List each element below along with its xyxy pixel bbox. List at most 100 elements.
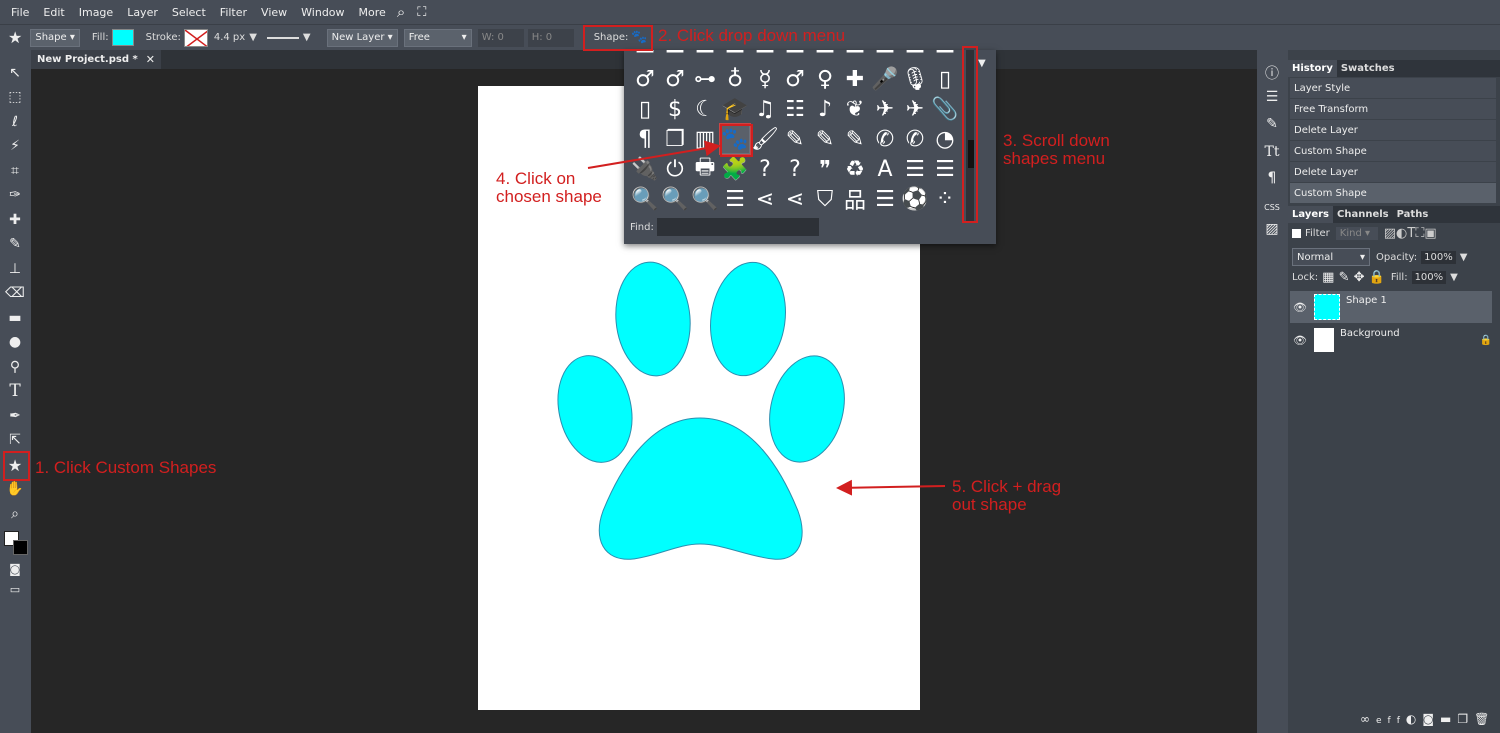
lock-options-icons[interactable]: ▦ ✎ ✥ 🔒: [1322, 270, 1385, 285]
shape-cell[interactable]: ✆: [870, 124, 900, 154]
menu-filter[interactable]: Filter: [213, 6, 254, 19]
blend-mode-select[interactable]: Normal ▾: [1292, 248, 1370, 266]
width-field[interactable]: W: 0: [477, 28, 524, 47]
menu-file[interactable]: File: [4, 6, 36, 19]
close-icon[interactable]: ✕: [146, 53, 155, 66]
shape-cell[interactable]: 🔌: [630, 154, 660, 184]
shape-cell[interactable]: ⊶: [690, 64, 720, 94]
shape-cell[interactable]: ❞: [810, 154, 840, 184]
menu-select[interactable]: Select: [165, 6, 213, 19]
tool-mode-select[interactable]: Shape ▾: [30, 28, 80, 47]
eyedropper-tool-icon[interactable]: ✑: [4, 184, 26, 206]
quick-mask-icon[interactable]: ◙: [4, 558, 26, 580]
shape-cell[interactable]: 🔍: [690, 184, 720, 214]
magic-wand-tool-icon[interactable]: ⚡: [4, 135, 26, 157]
css-icon[interactable]: CSS: [1261, 196, 1283, 218]
layer-fill-value[interactable]: 100%: [1411, 271, 1447, 284]
shape-cell[interactable]: ♻: [840, 154, 870, 184]
stroke-swatch[interactable]: [183, 28, 208, 47]
filter-type-icons[interactable]: ▨◐T⛶▣: [1384, 226, 1437, 241]
shape-cell[interactable]: ⏻: [660, 154, 690, 184]
shape-cell[interactable]: 🎓: [720, 94, 750, 124]
shape-cell[interactable]: ❦: [840, 94, 870, 124]
shape-cell[interactable]: ☰: [720, 184, 750, 214]
chevron-down-icon[interactable]: ▼: [1450, 272, 1458, 283]
move-tool-icon[interactable]: ↖: [4, 62, 26, 84]
eraser-tool-icon[interactable]: ⌫: [4, 282, 26, 304]
shape-cell[interactable]: ♫: [750, 94, 780, 124]
crop-tool-icon[interactable]: ⌗: [4, 160, 26, 182]
shape-cell[interactable]: ▬: [690, 50, 720, 62]
constraint-select[interactable]: Free ▾: [403, 28, 472, 47]
effects-icon[interactable]: eff: [1376, 716, 1406, 726]
marquee-tool-icon[interactable]: ⬚: [4, 86, 26, 108]
shape-cell[interactable]: ?: [780, 154, 810, 184]
tab-layers[interactable]: Layers: [1288, 206, 1333, 223]
shape-cell[interactable]: ✎: [810, 124, 840, 154]
stroke-width[interactable]: 4.4 px: [214, 32, 245, 43]
fill-swatch[interactable]: [111, 29, 134, 46]
shape-cell[interactable]: ❐: [660, 124, 690, 154]
history-item[interactable]: Delete Layer: [1290, 162, 1496, 182]
shape-cell[interactable]: ▬: [840, 50, 870, 62]
background-color-swatch[interactable]: [13, 540, 28, 555]
shape-cell[interactable]: ▯: [930, 64, 960, 94]
menu-window[interactable]: Window: [294, 6, 351, 19]
history-item[interactable]: Custom Shape: [1290, 141, 1496, 161]
screen-mode-icon[interactable]: ▭: [4, 578, 26, 600]
paragraph-icon[interactable]: ¶: [1261, 167, 1283, 189]
shape-cell[interactable]: ☿: [750, 64, 780, 94]
shape-cell[interactable]: ◔: [930, 124, 960, 154]
shape-cell[interactable]: ♂: [630, 64, 660, 94]
stamp-tool-icon[interactable]: ⊥: [4, 258, 26, 280]
shape-cell[interactable]: ☰: [870, 184, 900, 214]
info-icon[interactable]: ⓘ: [1261, 62, 1283, 84]
healing-tool-icon[interactable]: ✚: [4, 209, 26, 231]
search-icon[interactable]: ⌕: [397, 3, 405, 21]
image-icon[interactable]: ▨: [1261, 218, 1283, 240]
new-layer-icon[interactable]: ❐: [1457, 712, 1474, 726]
shape-cell[interactable]: ▯: [630, 94, 660, 124]
layer-row[interactable]: 👁 Shape 1: [1290, 291, 1492, 323]
stroke-style-select[interactable]: [266, 36, 299, 39]
shape-cell[interactable]: ☷: [780, 94, 810, 124]
shape-cell[interactable]: ▬: [930, 50, 960, 62]
shape-cell[interactable]: ⛉: [810, 184, 840, 214]
adjustment-icon[interactable]: ◙: [1422, 712, 1440, 726]
layer-mode-select[interactable]: New Layer ▾: [326, 28, 398, 47]
shape-cell[interactable]: ⚽: [900, 184, 930, 214]
shape-cell[interactable]: ♀: [810, 64, 840, 94]
history-item[interactable]: Custom Shape: [1290, 183, 1496, 203]
fullscreen-icon[interactable]: ⛶: [417, 5, 426, 20]
shape-cell[interactable]: ✈: [900, 94, 930, 124]
mask-icon[interactable]: ◐: [1406, 712, 1422, 726]
shape-cell[interactable]: ▬: [870, 50, 900, 62]
menu-image[interactable]: Image: [72, 6, 120, 19]
path-select-tool-icon[interactable]: ⇱: [4, 429, 26, 451]
shape-cell[interactable]: ♪: [810, 94, 840, 124]
pen-tool-icon[interactable]: ✒: [4, 405, 26, 427]
shape-cell[interactable]: 品: [840, 184, 870, 214]
height-field[interactable]: H: 0: [527, 28, 574, 47]
shape-cell[interactable]: ▬: [660, 50, 690, 62]
tab-channels[interactable]: Channels: [1333, 206, 1393, 223]
menu-edit[interactable]: Edit: [36, 6, 71, 19]
eye-icon[interactable]: 👁: [1290, 334, 1310, 347]
menu-more[interactable]: More: [352, 6, 393, 19]
shape-cell[interactable]: ⁘: [930, 184, 960, 214]
shape-cell[interactable]: 🖶: [690, 154, 720, 184]
filter-checkbox[interactable]: [1292, 229, 1301, 238]
trash-icon[interactable]: 🗑: [1474, 712, 1495, 726]
shape-cell[interactable]: ▬: [750, 50, 780, 62]
shape-cell[interactable]: ⋖: [750, 184, 780, 214]
blur-tool-icon[interactable]: ●: [4, 331, 26, 353]
shape-cell[interactable]: ¶: [630, 124, 660, 154]
shape-cell[interactable]: ✈: [870, 94, 900, 124]
kind-select[interactable]: Kind ▾: [1335, 227, 1378, 240]
shape-cell[interactable]: ▬: [900, 50, 930, 62]
lasso-tool-icon[interactable]: ℓ: [4, 111, 26, 133]
shape-cell[interactable]: ✎: [780, 124, 810, 154]
zoom-tool-icon[interactable]: ⌕: [4, 503, 26, 525]
shape-cell[interactable]: ✎: [840, 124, 870, 154]
chevron-down-icon[interactable]: ▼: [978, 58, 986, 69]
